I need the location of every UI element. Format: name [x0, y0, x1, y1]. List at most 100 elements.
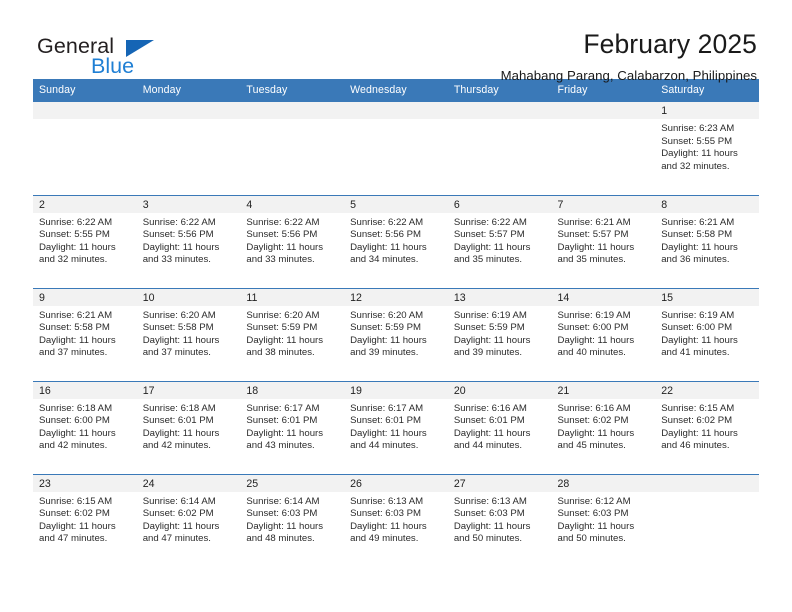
calendar-day-cell[interactable]: 14 Sunrise: 6:19 AM Sunset: 6:00 PM Dayligh…	[551, 287, 656, 381]
day-details: Sunrise: 6:15 AM Sunset: 6:02 PM Daylight:…	[655, 399, 759, 453]
sunset-text: Sunset: 6:02 PM	[557, 415, 629, 427]
calendar-day-cell[interactable]: 24 Sunrise: 6:14 AM Sunset: 6:02 PM Dayligh…	[136, 473, 241, 567]
day-number: 17	[136, 381, 241, 399]
calendar-day-cell[interactable]: 1 Sunrise: 6:23 AM Sunset: 5:55 PM Daylight…	[655, 102, 759, 195]
calendar-day-cell[interactable]: 22 Sunrise: 6:15 AM Sunset: 6:02 PM Dayligh…	[655, 380, 759, 474]
sunset-text: Sunset: 6:03 PM	[453, 508, 525, 520]
calendar-day-cell[interactable]: 7 Sunrise: 6:21 AM Sunset: 5:57 PM Daylight…	[551, 194, 656, 288]
day-number: 13	[447, 288, 552, 306]
day-details: Sunrise: 6:12 AM Sunset: 6:03 PM Daylight:…	[552, 492, 656, 546]
daylight-text-line1: Daylight: 11 hours	[350, 241, 427, 253]
calendar-day-cell[interactable]: 25 Sunrise: 6:14 AM Sunset: 6:03 PM Dayligh…	[240, 473, 345, 567]
page-title: February 2025	[583, 29, 757, 59]
sunrise-text: Sunrise: 6:21 AM	[661, 216, 735, 228]
sunrise-text: Sunrise: 6:16 AM	[557, 402, 631, 414]
daylight-text-line2: and 37 minutes.	[142, 347, 211, 359]
daylight-text-line2: and 43 minutes.	[246, 440, 315, 452]
day-number: 15	[655, 288, 759, 306]
page-header: General Blue February 2025 Mahabang Para…	[33, 0, 759, 83]
calendar-day-cell[interactable]: 16 Sunrise: 6:18 AM Sunset: 6:00 PM Dayligh…	[33, 380, 137, 474]
general-blue-logo[interactable]: General Blue	[33, 31, 163, 83]
calendar-day-cell[interactable]: 23 Sunrise: 6:15 AM Sunset: 6:02 PM Dayligh…	[33, 473, 137, 567]
day-details: Sunrise: 6:17 AM Sunset: 6:01 PM Daylight:…	[240, 399, 344, 453]
daylight-text-line2: and 41 minutes.	[661, 347, 730, 359]
daylight-text-line1: Daylight: 11 hours	[350, 427, 427, 439]
daylight-text-line1: Daylight: 11 hours	[39, 241, 116, 253]
daylight-text-line2: and 36 minutes.	[661, 254, 730, 266]
day-details: Sunrise: 6:22 AM Sunset: 5:56 PM Daylight:…	[240, 213, 344, 267]
daylight-text-line1: Daylight: 11 hours	[246, 520, 324, 532]
sunrise-text: Sunrise: 6:15 AM	[39, 495, 113, 507]
day-number: 8	[655, 195, 759, 213]
calendar-day-cell[interactable]: 9 Sunrise: 6:21 AM Sunset: 5:58 PM Daylight…	[33, 287, 137, 381]
calendar-day-cell[interactable]: 26 Sunrise: 6:13 AM Sunset: 6:03 PM Dayligh…	[344, 473, 448, 567]
sunset-text: Sunset: 5:56 PM	[350, 229, 422, 241]
daylight-text-line2: and 46 minutes.	[661, 440, 730, 452]
sunset-text: Sunset: 6:02 PM	[142, 508, 214, 520]
sunrise-text: Sunrise: 6:20 AM	[350, 309, 424, 321]
daylight-text-line1: Daylight: 11 hours	[661, 148, 738, 160]
day-details: Sunrise: 6:23 AM Sunset: 5:55 PM Daylight:…	[655, 119, 759, 173]
daylight-text-line2: and 45 minutes.	[557, 440, 626, 452]
calendar-day-cell[interactable]: 10 Sunrise: 6:20 AM Sunset: 5:58 PM Dayligh…	[136, 287, 241, 381]
calendar-week-row: 23 Sunrise: 6:15 AM Sunset: 6:02 PM Dayligh…	[33, 473, 759, 567]
daylight-text-line2: and 33 minutes.	[246, 254, 315, 266]
calendar-day-cell[interactable]: 3 Sunrise: 6:22 AM Sunset: 5:56 PM Daylight…	[136, 194, 241, 288]
calendar-table: Sunday Monday Tuesday Wednesday Thursday Frid…	[33, 79, 759, 567]
calendar-day-cell[interactable]: 2 Sunrise: 6:22 AM Sunset: 5:55 PM Daylight…	[33, 194, 137, 288]
day-number: 3	[136, 195, 241, 213]
day-number: 23	[33, 474, 137, 492]
calendar-day-cell[interactable]: 21 Sunrise: 6:16 AM Sunset: 6:02 PM Dayligh…	[551, 380, 656, 474]
sunrise-text: Sunrise: 6:14 AM	[142, 495, 216, 507]
day-number: 26	[344, 474, 448, 492]
day-details: Sunrise: 6:21 AM Sunset: 5:57 PM Daylight:…	[552, 213, 656, 267]
daylight-text-line1: Daylight: 11 hours	[453, 334, 531, 346]
day-details: Sunrise: 6:19 AM Sunset: 6:00 PM Daylight:…	[552, 306, 656, 360]
day-details: Sunrise: 6:22 AM Sunset: 5:56 PM Daylight:…	[344, 213, 448, 267]
calendar-day-cell[interactable]: 27 Sunrise: 6:13 AM Sunset: 6:03 PM Dayligh…	[447, 473, 552, 567]
calendar-day-cell[interactable]: 17 Sunrise: 6:18 AM Sunset: 6:01 PM Dayligh…	[136, 380, 241, 474]
sunset-text: Sunset: 5:57 PM	[557, 229, 629, 241]
daylight-text-line1: Daylight: 11 hours	[661, 427, 738, 439]
title-block: February 2025 Mahabang Parang, Calabarzo…	[501, 29, 759, 83]
daylight-text-line2: and 33 minutes.	[142, 254, 211, 266]
day-number: 6	[447, 195, 552, 213]
daylight-text-line1: Daylight: 11 hours	[142, 334, 220, 346]
daylight-text-line1: Daylight: 11 hours	[557, 427, 635, 439]
day-number: 24	[136, 474, 241, 492]
sunrise-text: Sunrise: 6:22 AM	[142, 216, 216, 228]
day-number	[136, 102, 241, 119]
sunrise-text: Sunrise: 6:21 AM	[39, 309, 113, 321]
sunset-text: Sunset: 6:00 PM	[39, 415, 110, 427]
sunset-text: Sunset: 6:02 PM	[661, 415, 733, 427]
calendar-day-cell[interactable]: 6 Sunrise: 6:22 AM Sunset: 5:57 PM Daylight…	[447, 194, 552, 288]
daylight-text-line2: and 34 minutes.	[350, 254, 419, 266]
calendar-day-cell[interactable]: 18 Sunrise: 6:17 AM Sunset: 6:01 PM Dayligh…	[240, 380, 345, 474]
day-number: 25	[240, 474, 345, 492]
day-details: Sunrise: 6:18 AM Sunset: 6:00 PM Daylight:…	[33, 399, 137, 453]
sunset-text: Sunset: 6:03 PM	[557, 508, 629, 520]
sunset-text: Sunset: 6:01 PM	[350, 415, 422, 427]
calendar-day-cell[interactable]: 8 Sunrise: 6:21 AM Sunset: 5:58 PM Daylight…	[655, 194, 759, 288]
calendar-day-cell[interactable]: 11 Sunrise: 6:20 AM Sunset: 5:59 PM Dayligh…	[240, 287, 345, 381]
daylight-text-line2: and 39 minutes.	[350, 347, 419, 359]
calendar-day-cell[interactable]: 28 Sunrise: 6:12 AM Sunset: 6:03 PM Dayligh…	[551, 473, 656, 567]
calendar-day-cell-empty	[240, 102, 345, 195]
calendar-day-cell[interactable]: 13 Sunrise: 6:19 AM Sunset: 5:59 PM Dayligh…	[447, 287, 552, 381]
calendar-day-cell-empty	[136, 102, 241, 195]
calendar-day-cell[interactable]: 12 Sunrise: 6:20 AM Sunset: 5:59 PM Dayligh…	[344, 287, 448, 381]
calendar-day-cell[interactable]: 20 Sunrise: 6:16 AM Sunset: 6:01 PM Dayligh…	[447, 380, 552, 474]
daylight-text-line1: Daylight: 11 hours	[661, 334, 738, 346]
calendar-day-cell[interactable]: 15 Sunrise: 6:19 AM Sunset: 6:00 PM Dayligh…	[655, 287, 759, 381]
day-number: 16	[33, 381, 137, 399]
day-details: Sunrise: 6:21 AM Sunset: 5:58 PM Daylight:…	[33, 306, 137, 360]
sunset-text: Sunset: 5:58 PM	[142, 322, 214, 334]
daylight-text-line1: Daylight: 11 hours	[453, 427, 531, 439]
calendar-day-cell[interactable]: 19 Sunrise: 6:17 AM Sunset: 6:01 PM Dayligh…	[344, 380, 448, 474]
calendar-day-cell[interactable]: 4 Sunrise: 6:22 AM Sunset: 5:56 PM Daylight…	[240, 194, 345, 288]
calendar-day-cell[interactable]: 5 Sunrise: 6:22 AM Sunset: 5:56 PM Daylight…	[344, 194, 448, 288]
sunrise-text: Sunrise: 6:21 AM	[557, 216, 631, 228]
day-details: Sunrise: 6:19 AM Sunset: 6:00 PM Daylight:…	[655, 306, 759, 360]
day-number: 22	[655, 381, 759, 399]
day-number: 10	[136, 288, 241, 306]
